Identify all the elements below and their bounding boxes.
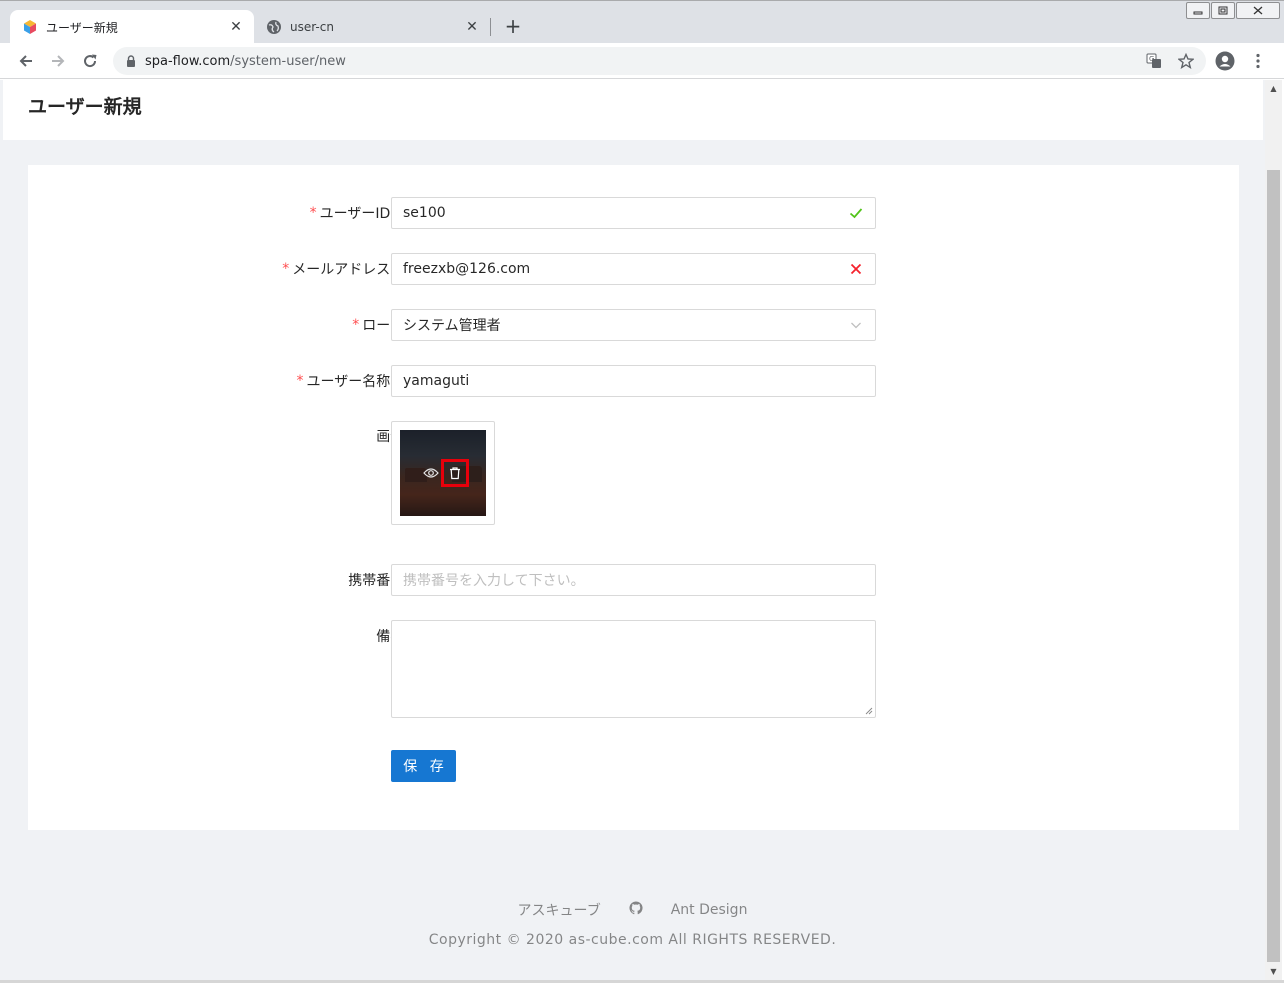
url-path: /system-user/new [230,53,346,69]
required-mark: * [296,373,304,389]
arrow-left-icon [19,55,32,67]
more-vertical-icon [1256,53,1260,69]
uploaded-image-thumbnail [400,430,486,516]
url-host: spa-flow.com [145,53,231,69]
address-bar[interactable]: spa-flow.com/system-user/new G [113,47,1206,75]
bookmark-star-icon[interactable] [1174,49,1198,73]
scrollbar-thumb[interactable] [1267,170,1280,962]
tab-title: ユーザー新規 [46,20,118,35]
github-icon[interactable] [629,901,643,919]
close-tab-icon[interactable]: ✕ [464,19,480,35]
error-close-icon [850,263,862,275]
browser-toolbar: spa-flow.com/system-user/new G [0,43,1284,79]
required-mark: * [352,317,360,333]
email-value: freezxb@126.com [403,261,531,277]
translate-icon[interactable]: G [1142,49,1166,73]
role-select[interactable]: システム管理者 [391,309,876,341]
tab-title: user-cn [290,20,334,34]
check-icon [849,208,863,219]
account-circle-icon [1215,51,1235,71]
profile-button[interactable] [1213,49,1237,73]
required-mark: * [282,261,290,277]
browser-tab-bar: ユーザー新規 ✕ user-cn ✕ + [0,0,1284,44]
globe-icon [267,20,281,34]
user-form-card: * ユーザーID ? : se100 * メールアドレス ? : freezxb… [28,165,1239,830]
page-title: ユーザー新規 [28,96,142,118]
tab-user-cn[interactable]: user-cn ✕ [254,10,490,44]
role-value: システム管理者 [403,318,501,334]
phone-input[interactable]: 携帯番号を入力して下さい。 [391,564,876,596]
browser-menu-button[interactable] [1246,49,1270,73]
maximize-button[interactable] [1211,2,1235,19]
footer-links: アスキューブ Ant Design [0,900,1265,920]
remarks-textarea[interactable] [391,620,876,718]
user-name-label-text: ユーザー名称 [306,374,391,390]
lock-icon [127,55,135,67]
svg-text:G: G [1149,55,1154,63]
user-id-value: se100 [403,205,446,221]
copyright-text: Copyright © 2020 as-cube.com All RIGHTS … [428,932,837,948]
required-mark: * [309,205,317,221]
app-cube-icon [24,20,36,34]
preview-eye-icon[interactable] [419,461,443,485]
scroll-down-arrow-icon[interactable]: ▼ [1269,967,1278,976]
restore-icon [1218,6,1228,15]
phone-placeholder: 携帯番号を入力して下さい。 [403,573,585,589]
image-upload-card [391,421,495,525]
vertical-scrollbar[interactable]: ▲ ▼ [1265,80,1282,980]
chevron-down-icon [851,322,861,329]
reload-button[interactable] [78,49,102,73]
scroll-up-arrow-icon[interactable]: ▲ [1269,84,1278,93]
minimize-button[interactable] [1186,2,1210,19]
footer-link-ant-design[interactable]: Ant Design [671,902,748,918]
back-button[interactable] [14,49,38,73]
reload-icon [84,54,97,68]
minimize-icon [1193,11,1203,14]
page-viewport: ユーザー新規 * ユーザーID ? : se100 * メールアドレス ? : [0,80,1265,980]
new-tab-button[interactable]: + [502,14,524,38]
delete-trash-icon[interactable] [441,459,469,487]
arrow-right-icon [52,55,65,67]
footer-link-ascube[interactable]: アスキューブ [518,900,601,920]
forward-button[interactable] [46,49,70,73]
page-footer: アスキューブ Ant Design Copyright © 2020 as-cu… [0,900,1265,948]
close-icon [1253,6,1263,15]
user-name-value: yamaguti [403,373,470,389]
user-id-input[interactable]: se100 [391,197,876,229]
email-input[interactable]: freezxb@126.com [391,253,876,285]
save-button[interactable]: 保 存 [391,750,456,782]
close-window-button[interactable] [1236,2,1280,19]
user-id-label-text: ユーザーID [319,206,391,222]
resize-handle-icon[interactable] [865,707,873,715]
email-label-text: メールアドレス [292,262,391,278]
tab-separator [490,18,491,36]
user-name-input[interactable]: yamaguti [391,365,876,397]
page-header: ユーザー新規 [3,80,1263,140]
close-tab-icon[interactable]: ✕ [228,19,244,35]
tab-user-new[interactable]: ユーザー新規 ✕ [10,10,254,44]
